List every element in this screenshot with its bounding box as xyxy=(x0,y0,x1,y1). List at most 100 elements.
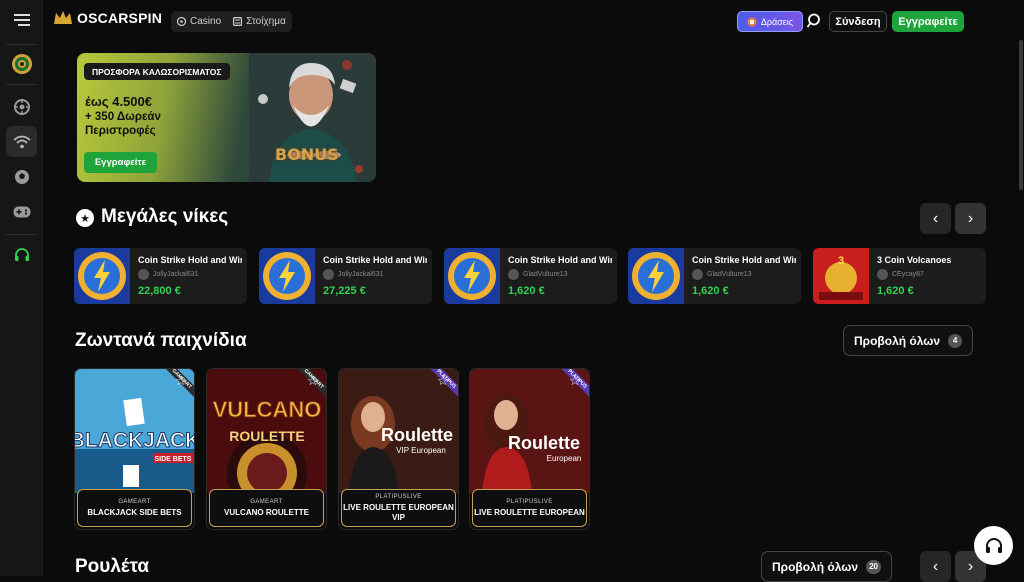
sidebar-divider xyxy=(6,84,37,85)
menu-icon[interactable] xyxy=(8,6,36,34)
tab-casino[interactable]: Casino xyxy=(177,16,221,27)
live-games-view-all-button[interactable]: Προβολή όλων 4 xyxy=(843,325,974,356)
game-label: PLATIPUSLIVE LIVE ROULETTE EUROPEAN VIP xyxy=(341,489,456,527)
tab-casino-label: Casino xyxy=(190,16,222,27)
win-user: GladVulture13 xyxy=(692,269,752,280)
big-win-card[interactable]: Coin Strike Hold and Win JollyJackal631 … xyxy=(74,248,247,304)
game-provider: GAMEART xyxy=(250,498,283,505)
favorite-star-icon[interactable]: ☆ xyxy=(569,373,583,388)
live-casino-icon[interactable] xyxy=(6,91,37,122)
game-name: VULCANO ROULETTE xyxy=(224,507,309,517)
chevron-right-icon: › xyxy=(967,209,974,227)
product-tabs: Casino Στοίχημα xyxy=(171,11,292,32)
login-button[interactable]: Σύνδεση xyxy=(829,11,887,32)
coin-strike-thumbnail xyxy=(74,248,130,304)
promo-spins: + 350 Δωρεάν Περιστροφές xyxy=(85,111,161,137)
game-name: LIVE ROULETTE EUROPEAN VIP xyxy=(343,503,454,522)
big-win-card[interactable]: Coin Strike Hold and Win GladVulture13 1… xyxy=(444,248,617,304)
favorite-star-icon[interactable]: ☆ xyxy=(175,373,189,388)
roulette-view-all-button[interactable]: Προβολή όλων 20 xyxy=(761,551,892,582)
win-game-name: 3 Coin Volcanoes xyxy=(877,255,952,265)
game-art-title: BLACKJACK xyxy=(75,429,195,452)
game-card-blackjack-side-bets[interactable]: BLACKJACK SIDE BETS GAMEART ☆ GAMEART BL… xyxy=(74,368,195,530)
win-username: CEycay87 xyxy=(892,271,924,278)
view-all-label: Προβολή όλων xyxy=(854,333,941,348)
sidebar-divider xyxy=(6,44,37,45)
svg-text:3: 3 xyxy=(838,255,844,267)
win-game-name: Coin Strike Hold and Win xyxy=(323,255,427,265)
avatar xyxy=(692,269,703,280)
big-wins-next-button[interactable]: › xyxy=(955,203,986,234)
logo-text: OSCARSPIN xyxy=(77,10,163,26)
game-art-title: Roulette xyxy=(381,425,453,445)
search-icon[interactable] xyxy=(806,12,824,30)
big-win-card[interactable]: Coin Strike Hold and Win GladVulture13 1… xyxy=(628,248,801,304)
big-wins-prev-button[interactable]: ‹ xyxy=(920,203,951,234)
football-icon[interactable] xyxy=(6,161,37,192)
favorite-star-icon[interactable]: ☆ xyxy=(437,373,451,388)
roulette-wheel-icon[interactable] xyxy=(6,48,37,79)
game-provider: GAMEART xyxy=(118,498,151,505)
page-scrollbar[interactable] xyxy=(1018,0,1024,576)
win-amount: 27,225 € xyxy=(323,285,366,297)
game-card-vulcano-roulette[interactable]: VULCANO ROULETTE GAMEART ☆ GAMEART VULCA… xyxy=(206,368,327,530)
win-amount: 22,800 € xyxy=(138,285,181,297)
big-win-card[interactable]: Coin Strike Hold and Win JollyJackal631 … xyxy=(259,248,432,304)
gamepad-icon[interactable] xyxy=(6,196,37,227)
coin-strike-thumbnail xyxy=(444,248,500,304)
favorite-star-icon[interactable]: ☆ xyxy=(307,373,321,388)
sports-icon xyxy=(233,17,243,26)
view-all-label: Προβολή όλων xyxy=(772,559,859,574)
game-provider: PLATIPUSLIVE xyxy=(375,494,422,500)
chevron-left-icon: ‹ xyxy=(932,209,939,227)
headset-icon[interactable] xyxy=(6,239,37,270)
count-badge: 20 xyxy=(866,559,881,574)
coin-volcanoes-thumbnail: 3 xyxy=(813,248,869,304)
register-button[interactable]: Εγγραφείτε xyxy=(892,11,964,32)
win-username: JollyJackal631 xyxy=(153,271,199,278)
win-amount: 1,620 € xyxy=(508,285,545,297)
promo-register-button[interactable]: Εγγραφείτε xyxy=(84,152,157,173)
win-username: JollyJackal631 xyxy=(338,271,384,278)
game-art-subtitle: European xyxy=(547,454,582,463)
roulette-prev-button[interactable]: ‹ xyxy=(920,551,951,582)
win-game-name: Coin Strike Hold and Win xyxy=(508,255,612,265)
avatar xyxy=(323,269,334,280)
win-game-name: Coin Strike Hold and Win xyxy=(138,255,242,265)
game-label: PLATIPUSLIVE LIVE ROULETTE EUROPEAN xyxy=(472,489,587,527)
win-user: JollyJackal631 xyxy=(138,269,199,280)
casino-icon xyxy=(177,17,186,26)
sidebar-divider xyxy=(6,234,37,235)
big-win-card[interactable]: 3 3 Coin Volcanoes CEycay87 1,620 € xyxy=(813,248,986,304)
actions-label: Δράσεις xyxy=(760,16,794,27)
count-badge: 4 xyxy=(948,333,963,348)
scrollbar-thumb[interactable] xyxy=(1019,40,1023,190)
actions-button[interactable]: Δράσεις xyxy=(737,11,803,32)
avatar xyxy=(508,269,519,280)
tab-sports[interactable]: Στοίχημα xyxy=(233,16,286,27)
win-user: CEycay87 xyxy=(877,269,924,280)
avatar xyxy=(877,269,888,280)
live-stream-icon[interactable] xyxy=(6,126,37,157)
support-chat-button[interactable] xyxy=(974,526,1013,565)
game-art-subtitle: SIDE BETS xyxy=(155,456,192,463)
game-label: GAMEART VULCANO ROULETTE xyxy=(209,489,324,527)
game-card-live-roulette-european[interactable]: Roulette European PLATIPUS ☆ PLATIPUSLIV… xyxy=(469,368,590,530)
game-label: GAMEART BLACKJACK SIDE BETS xyxy=(77,489,192,527)
chevron-left-icon: ‹ xyxy=(932,557,939,575)
welcome-promo-banner[interactable]: ΠΡΟΣΦΟΡΑ ΚΑΛΩΣΟΡΙΣΜΑΤΟΣ έως 4.500€ + 350… xyxy=(77,53,376,182)
promo-tag: ΠΡΟΣΦΟΡΑ ΚΑΛΩΣΟΡΙΣΜΑΤΟΣ xyxy=(84,63,230,80)
logo[interactable]: OSCARSPIN xyxy=(53,10,162,26)
sidebar xyxy=(0,0,43,576)
win-game-name: Coin Strike Hold and Win xyxy=(692,255,796,265)
win-username: GladVulture13 xyxy=(523,271,568,278)
avatar xyxy=(138,269,149,280)
gift-icon xyxy=(747,17,757,26)
win-user: JollyJackal631 xyxy=(323,269,384,280)
crown-icon xyxy=(54,11,72,24)
win-username: GladVulture13 xyxy=(707,271,752,278)
big-wins-title: Μεγάλες νίκες xyxy=(101,206,229,227)
headset-icon xyxy=(985,537,1002,553)
game-art-subtitle: ROULETTE xyxy=(229,428,304,444)
game-card-live-roulette-european-vip[interactable]: Roulette VIP European PLATIPUS ☆ PLATIPU… xyxy=(338,368,459,530)
